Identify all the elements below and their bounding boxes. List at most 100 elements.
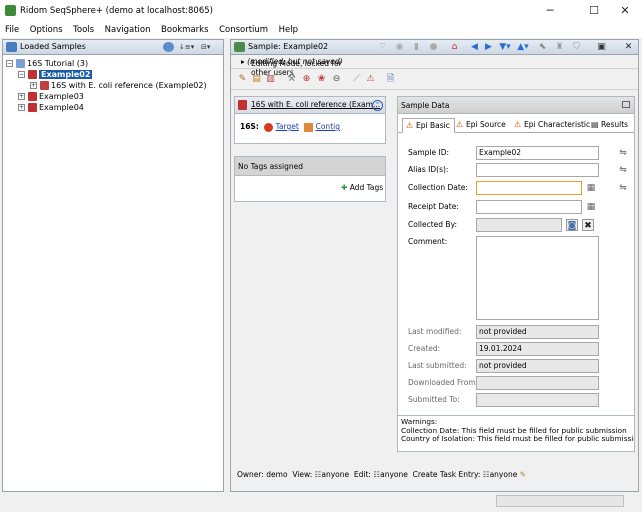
filter-icon[interactable]: ⛉ — [571, 42, 582, 53]
document-icon[interactable]: 🗎 — [385, 74, 396, 85]
sample-data-tabs: ⚠ Epi Basic ⚠ Epi Source ⚠ Epi Characterist… — [398, 115, 634, 133]
alias-ids-label: Alias ID(s): — [408, 165, 449, 174]
tree-node-16s-ecoli[interactable]: +16S with E. coli reference (Example02) — [30, 80, 207, 91]
sample-panel: Sample: Example02 ⌔ ◉ ▮ ● ⌂ ◀ ▶ ▼▾ ▲▾ ⬉ … — [230, 39, 639, 492]
collapse-icon[interactable]: ⊟▾ — [201, 42, 219, 52]
target-status-icon — [264, 122, 274, 132]
home-icon[interactable]: ⌂ — [449, 42, 460, 53]
lock-icon[interactable]: ⊖ — [331, 74, 342, 85]
menu-tools[interactable]: Tools — [73, 22, 94, 38]
link-icon[interactable]: ⇋ — [617, 164, 629, 176]
edit-permissions-icon[interactable]: ✎ — [520, 470, 526, 479]
tree-node-example03[interactable]: + Example03 — [18, 91, 84, 102]
sort-icon[interactable]: ↓≡▾ — [179, 42, 195, 52]
pin-icon[interactable]: ⟋ — [351, 74, 362, 85]
export-icon[interactable]: ▥ — [265, 74, 276, 85]
plus-icon: ✚ — [341, 183, 348, 192]
tab-epi-basic[interactable]: ⚠ Epi Basic — [402, 118, 455, 133]
up-icon[interactable]: ▲▾ — [515, 42, 531, 53]
sample-data-header: Sample Data — [398, 97, 634, 114]
link-icon[interactable]: ⇋ — [617, 147, 629, 159]
collected-by-label: Collected By: — [408, 220, 457, 229]
receipt-date-field[interactable] — [476, 200, 582, 214]
calendar-icon[interactable]: ▦ — [585, 182, 597, 194]
menu-consortium[interactable]: Consortium — [219, 22, 268, 38]
analysis-icon — [238, 100, 247, 110]
tags-card-header: No Tags assigned — [235, 157, 385, 176]
comment-field[interactable] — [476, 236, 599, 320]
minimize-button[interactable]: ─ — [538, 3, 562, 19]
save-icon[interactable]: ▣ — [596, 42, 607, 53]
wifi-icon[interactable]: ⌔ — [377, 42, 388, 53]
warnings-box[interactable]: Warnings: Collection Date: This field mu… — [398, 415, 634, 451]
sample-id-field[interactable]: Example02 — [476, 146, 599, 160]
app-icon — [5, 5, 16, 16]
tree-node-16s-tutorial[interactable]: − 16S Tutorial (3) — [6, 58, 88, 69]
contig-link[interactable]: Contig — [316, 122, 340, 131]
edit-icon[interactable]: ✎ — [237, 74, 248, 85]
title-bar: Ridom SeqSphere+ (demo at localhost:8065… — [0, 0, 642, 22]
add-tags-button[interactable]: ✚ Add Tags — [341, 183, 383, 192]
menu-file[interactable]: File — [5, 22, 19, 38]
target-icon[interactable]: ⊕ — [301, 74, 312, 85]
tree-label: 16S Tutorial (3) — [27, 59, 89, 68]
tag-icon[interactable]: ▮ — [411, 42, 422, 53]
warning-icon: ⚠ — [456, 120, 464, 129]
collapse-toggle[interactable]: − — [6, 60, 13, 67]
tree-label-selected: Example02 — [39, 70, 93, 79]
tab-epi-characteristic[interactable]: ⚠ Epi Characteristic — [511, 118, 590, 133]
calendar-icon[interactable]: ▦ — [585, 201, 597, 213]
analysis-card: 16S with E. coli reference (Exam... ⌃ 16… — [234, 96, 386, 144]
clear-icon[interactable]: ✖ — [582, 219, 594, 231]
tree-node-example04[interactable]: + Example04 — [18, 102, 84, 113]
created-label: Created: — [408, 344, 441, 353]
alias-ids-field[interactable] — [476, 163, 599, 177]
wrench-icon[interactable]: ⚒ — [286, 74, 297, 85]
target-link[interactable]: Target — [276, 122, 299, 131]
analysis-card-title[interactable]: 16S with E. coli reference (Exam... — [251, 100, 380, 109]
tags-card: No Tags assigned ✚ Add Tags — [234, 156, 386, 202]
gene-icon[interactable]: ❀ — [316, 74, 327, 85]
circle-icon[interactable]: ● — [428, 42, 439, 53]
database-icon[interactable] — [163, 42, 174, 52]
eye-icon[interactable]: ◉ — [394, 42, 405, 53]
alert-icon[interactable]: ⚠ — [365, 74, 376, 85]
close-tab-icon[interactable]: ✕ — [623, 42, 634, 53]
maximize-button[interactable]: ☐ — [582, 3, 606, 19]
down-icon[interactable]: ▼▾ — [497, 42, 513, 53]
nav-icon[interactable]: ⬉ — [537, 42, 548, 53]
collapse-card-icon[interactable]: ⌃ — [372, 100, 383, 111]
collection-date-field[interactable] — [476, 181, 582, 195]
open-icon[interactable]: ▤ — [251, 74, 262, 85]
link-icon[interactable]: ⇋ — [617, 182, 629, 194]
submitted-to-field — [476, 393, 599, 407]
select-user-icon[interactable]: ◙ — [566, 219, 578, 231]
back-icon[interactable]: ◀ — [469, 42, 480, 53]
warning-icon: ⚠ — [514, 120, 522, 129]
last-modified-field: not provided — [476, 325, 599, 339]
tree-label: 16S with E. coli reference (Example02) — [51, 81, 207, 90]
expand-toggle[interactable]: + — [18, 104, 25, 111]
receipt-date-label: Receipt Date: — [408, 202, 459, 211]
forward-icon[interactable]: ▶ — [483, 42, 494, 53]
view-value[interactable]: ☷anyone — [315, 470, 349, 479]
maximize-panel-icon[interactable] — [622, 101, 630, 108]
task-value[interactable]: ☷anyone — [483, 470, 517, 479]
task-label: Create Task Entry: — [412, 470, 481, 479]
tab-epi-source[interactable]: ⚠ Epi Source — [453, 118, 506, 133]
edit-value[interactable]: ☷anyone — [373, 470, 407, 479]
close-window-button[interactable]: ✕ — [613, 3, 637, 19]
expand-toggle[interactable]: + — [30, 82, 37, 89]
menu-bookmarks[interactable]: Bookmarks — [161, 22, 209, 38]
collapse-toggle[interactable]: − — [18, 71, 25, 78]
people-icon: ☷ — [482, 470, 490, 479]
menu-navigation[interactable]: Navigation — [105, 22, 151, 38]
menu-options[interactable]: Options — [30, 22, 63, 38]
tree-node-example02[interactable]: − Example02 — [18, 69, 93, 80]
expand-toggle[interactable]: + — [18, 93, 25, 100]
collected-by-field[interactable] — [476, 218, 562, 232]
shirt-icon[interactable]: ♜ — [554, 42, 565, 53]
menu-help[interactable]: Help — [279, 22, 298, 38]
view-label: View: — [292, 470, 313, 479]
tab-results[interactable]: ▤ Results — [588, 118, 628, 133]
